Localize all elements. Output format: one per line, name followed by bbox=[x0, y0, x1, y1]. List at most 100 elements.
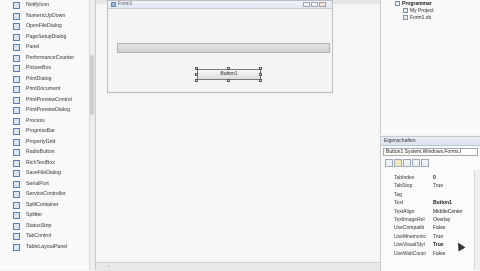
properties-icon[interactable] bbox=[403, 159, 411, 167]
toolbox-item[interactable]: SerialPort bbox=[0, 180, 95, 189]
object-selector-dropdown[interactable]: Button1 System.Windows.Forms.I bbox=[383, 148, 478, 156]
property-name: TextImageRel bbox=[394, 217, 425, 223]
toolbox-item[interactable]: Panel bbox=[0, 43, 95, 52]
toolbox-item[interactable]: RadioButton bbox=[0, 148, 95, 157]
toolbox-item-label: SerialPort bbox=[26, 180, 49, 187]
toolbox-control-icon bbox=[13, 170, 20, 177]
toolbox-control-icon bbox=[13, 107, 20, 114]
toolbox-item-label: TabControl bbox=[26, 233, 52, 239]
toolbox-item[interactable]: PrintDialog bbox=[0, 75, 95, 84]
property-name: TabStop bbox=[394, 183, 413, 190]
toolbox-item-label: StatusStrip bbox=[26, 222, 52, 229]
toolbox-item[interactable]: PerformanceCounter bbox=[0, 54, 95, 63]
property-row[interactable]: TextImageRel Overlay bbox=[388, 216, 480, 224]
property-row[interactable]: UseWaitCurso False bbox=[388, 250, 480, 258]
toolbox-scrollbar[interactable] bbox=[89, 0, 95, 270]
close-icon bbox=[319, 2, 326, 7]
toolbox-item[interactable]: ProgressBar bbox=[0, 127, 95, 136]
toolbox-item[interactable]: PropertyGrid bbox=[0, 138, 95, 147]
property-value[interactable]: True bbox=[433, 233, 443, 241]
property-value[interactable]: Overlay bbox=[433, 216, 450, 224]
selection-handle[interactable] bbox=[227, 79, 230, 82]
minimize-icon bbox=[303, 2, 310, 7]
toolbox-item[interactable]: RichTextBox bbox=[0, 159, 95, 168]
property-value[interactable]: True bbox=[433, 182, 443, 190]
toolbox-control-icon bbox=[13, 2, 20, 9]
toolbox-item-label: PrintPreviewDialog bbox=[26, 107, 70, 113]
toolbox-item[interactable]: OpenFileDialog bbox=[0, 22, 95, 31]
toolbox-item[interactable]: PictureBox bbox=[0, 64, 95, 73]
toolbox-control-icon bbox=[13, 86, 20, 93]
alphabetical-icon[interactable] bbox=[394, 159, 402, 167]
toolbox-item-label: SaveFileDialog bbox=[26, 170, 61, 176]
property-row[interactable]: TabIndex 0 bbox=[388, 174, 480, 182]
toolbox-item[interactable]: PrintDocument bbox=[0, 85, 95, 94]
selection-handle[interactable] bbox=[259, 73, 262, 76]
toolbox-item[interactable]: PrintPreviewControl bbox=[0, 96, 95, 105]
properties-title: Eigenschaften bbox=[384, 138, 416, 144]
toolbox-item[interactable]: SplitContainer bbox=[0, 201, 95, 210]
property-value[interactable]: MiddleCenter bbox=[433, 208, 463, 216]
toolbox-control-icon bbox=[13, 44, 20, 51]
solution-item[interactable]: Form1.vb bbox=[403, 15, 431, 21]
toolbox-item-label: PropertyGrid bbox=[26, 138, 56, 145]
toolbox-control-icon bbox=[13, 33, 20, 41]
toolbox-control-icon bbox=[13, 12, 20, 20]
property-row[interactable]: Tag bbox=[388, 191, 480, 199]
toolbox-item-label: Process bbox=[26, 117, 45, 124]
toolbox-control-icon bbox=[13, 233, 20, 240]
property-row[interactable]: TextAlign MiddleCenter bbox=[388, 208, 480, 216]
property-pages-icon[interactable] bbox=[421, 159, 429, 167]
selection-handle[interactable] bbox=[195, 73, 198, 76]
toolbox-item[interactable]: ServiceController bbox=[0, 190, 95, 199]
selection-handle[interactable] bbox=[195, 67, 198, 70]
toolbox-item-label: Splitter bbox=[26, 212, 43, 218]
selection-handle[interactable] bbox=[259, 67, 262, 70]
progressbar-control[interactable] bbox=[117, 43, 330, 53]
form-designer-window[interactable]: Form1 Button1 bbox=[107, 0, 333, 93]
property-row[interactable]: UseCompatib False bbox=[388, 224, 480, 232]
solution-explorer-panel: Programmar My Project Form1.vb bbox=[380, 0, 480, 135]
property-value[interactable]: True bbox=[433, 241, 444, 249]
form-file-icon bbox=[403, 15, 408, 21]
property-row[interactable]: UseMnemonic True bbox=[388, 233, 480, 241]
toolbox-item[interactable]: StatusStrip bbox=[0, 222, 95, 231]
toolbox-item[interactable]: TabControl bbox=[0, 232, 95, 241]
toolbox-item[interactable]: PrintPreviewDialog bbox=[0, 106, 95, 115]
solution-item-label: Form1.vb bbox=[410, 15, 432, 21]
property-row[interactable]: UseVisualStyl True bbox=[388, 241, 480, 249]
toolbox-control-icon bbox=[13, 180, 20, 188]
toolbox-item[interactable]: Splitter bbox=[0, 211, 95, 220]
toolbox-item-label: PictureBox bbox=[26, 65, 52, 71]
selection-handle[interactable] bbox=[195, 79, 198, 82]
toolbox-item[interactable]: PageSetupDialog bbox=[0, 33, 95, 42]
toolbox-item[interactable]: SaveFileDialog bbox=[0, 169, 95, 178]
properties-scrollbar[interactable] bbox=[474, 170, 480, 270]
property-value[interactable]: 0 bbox=[433, 174, 436, 182]
toolbox-item[interactable]: NotifyIcon bbox=[0, 1, 95, 10]
property-row[interactable]: TabStop True bbox=[388, 182, 480, 190]
toolbox-item[interactable]: Process bbox=[0, 117, 95, 126]
toolbox-control-icon bbox=[13, 222, 20, 230]
property-value[interactable]: False bbox=[433, 250, 445, 258]
property-name: Text bbox=[394, 200, 404, 207]
property-name: UseWaitCurso bbox=[394, 250, 427, 257]
toolbox-item-label: SplitContainer bbox=[26, 201, 59, 208]
toolbox-item-label: Panel bbox=[26, 44, 40, 50]
toolbox-item[interactable]: TableLayoutPanel bbox=[0, 243, 95, 252]
property-value[interactable]: Button1 bbox=[433, 199, 452, 207]
toolbox-scroll-thumb[interactable] bbox=[90, 55, 94, 115]
toolbox-item[interactable]: NumericUpDown bbox=[0, 12, 95, 21]
toolbox-control-icon bbox=[13, 128, 20, 135]
categorized-icon[interactable] bbox=[385, 159, 393, 167]
events-icon[interactable] bbox=[412, 159, 420, 167]
solution-item[interactable]: My Project bbox=[403, 8, 434, 14]
solution-item[interactable]: Programmar bbox=[395, 1, 432, 7]
property-name: UseMnemonic bbox=[394, 233, 426, 240]
selection-handle[interactable] bbox=[227, 67, 230, 70]
property-name: TextAlign bbox=[394, 208, 415, 215]
toolbox-control-icon bbox=[13, 149, 20, 156]
property-row[interactable]: Text Button1 bbox=[388, 199, 480, 207]
selection-handle[interactable] bbox=[259, 79, 262, 82]
property-value[interactable]: False bbox=[433, 224, 445, 232]
